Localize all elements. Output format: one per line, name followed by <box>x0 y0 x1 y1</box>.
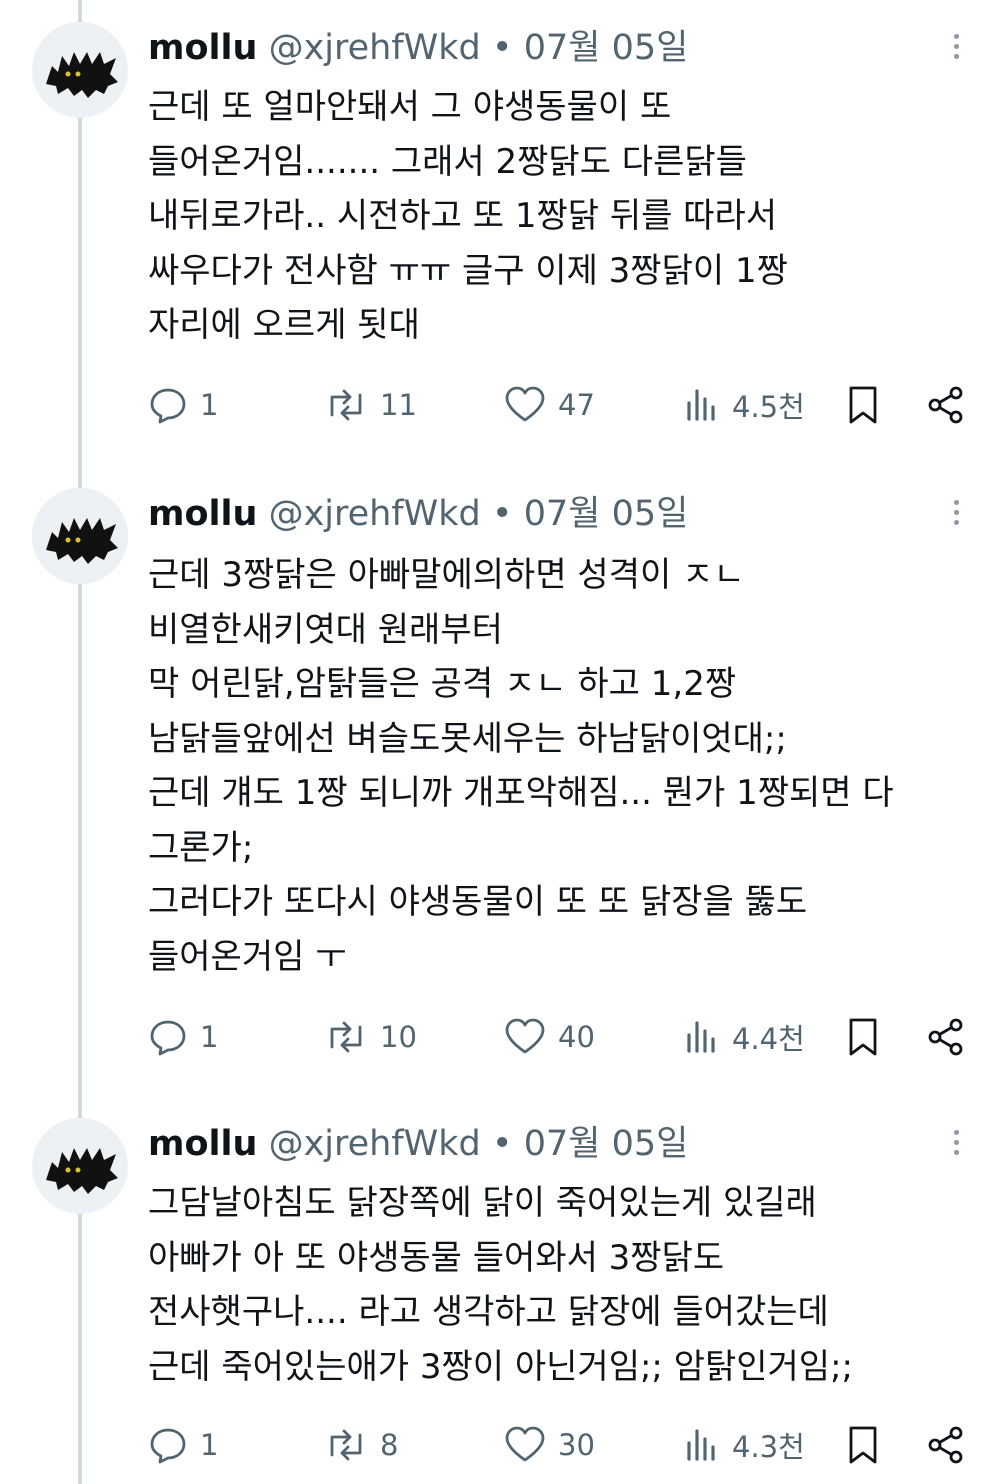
author-handle[interactable]: @xjrehfWkd <box>269 494 481 534</box>
share-button[interactable] <box>926 382 966 428</box>
tweet[interactable]: mollu @xjrehfWkd • 07월 05일 근데 3짱닭은 아빠말에의… <box>0 466 1000 1096</box>
share-icon <box>928 1426 963 1464</box>
reply-button[interactable]: 1 <box>148 1014 218 1060</box>
repost-count: 8 <box>380 1428 399 1462</box>
heart-icon <box>505 1018 545 1054</box>
like-button[interactable]: 47 <box>504 382 595 428</box>
author-name[interactable]: mollu <box>148 28 257 68</box>
tweet-text-line: 들어온거임....... 그래서 2짱닭도 다른닭들 <box>148 141 747 182</box>
tweet-header: mollu @xjrehfWkd • 07월 05일 <box>148 1118 960 1170</box>
repost-button[interactable]: 11 <box>324 382 417 428</box>
action-bar: 1 8 30 4.3천 <box>148 1422 978 1468</box>
view-count: 4.5천 <box>732 390 805 424</box>
tweet-text-line: 그담날아침도 닭장쪽에 닭이 죽어있는게 있길래 <box>148 1183 817 1223</box>
author-name[interactable]: mollu <box>148 1124 257 1164</box>
tweet-date[interactable]: 07월 05일 <box>524 28 689 68</box>
views-button[interactable]: 4.5천 <box>684 382 805 428</box>
tweet-text-line: 전사햇구나.... 라고 생각하고 닭장에 들어갔는데 <box>148 1292 829 1332</box>
tweet-text-line: 비열한새키엿대 원래부터 <box>148 609 503 650</box>
author-handle[interactable]: @xjrehfWkd <box>269 1124 481 1164</box>
tweet-text-line: 남닭들앞에선 벼슬도못세우는 하남닭이엇대;; <box>148 718 787 759</box>
tweet[interactable]: mollu @xjrehfWkd • 07월 05일 그담날아침도 닭장쪽에 닭… <box>0 1096 1000 1484</box>
tweet-header: mollu @xjrehfWkd • 07월 05일 <box>148 22 960 74</box>
share-icon <box>928 386 963 424</box>
header-separator: • <box>491 1124 513 1164</box>
heart-icon <box>505 386 545 422</box>
tweet-text-line: 싸우다가 전사함 ㅠㅠ 글구 이제 3짱닭이 1짱 <box>148 250 788 291</box>
bookmark-icon <box>849 386 877 424</box>
vertical-ellipsis-icon[interactable] <box>948 496 964 532</box>
black-cat-avatar[interactable] <box>32 22 128 118</box>
action-bar: 1 10 40 4.4천 <box>148 1014 978 1060</box>
tweet-text-line: 근데 또 얼마안돼서 그 야생동물이 또 <box>148 87 672 127</box>
header-separator: • <box>491 28 513 68</box>
tweet-text-line: 막 어린닭,암탉들은 공격 ㅈㄴ 하고 1,2짱 <box>148 664 737 704</box>
tweet-text-line: 근데 죽어있는애가 3짱이 아닌거임;; 암탉인거임;; <box>148 1346 854 1387</box>
view-count: 4.4천 <box>732 1022 805 1056</box>
tweet-header: mollu @xjrehfWkd • 07월 05일 <box>148 488 960 540</box>
tweet-text-line: 아빠가 아 또 야생동물 들어와서 3짱닭도 <box>148 1237 725 1278</box>
bookmark-icon <box>849 1426 877 1464</box>
tweet-text-line: 자리에 오르게 됫대 <box>148 305 420 345</box>
vertical-ellipsis-icon[interactable] <box>948 30 964 66</box>
reply-button[interactable]: 1 <box>148 382 218 428</box>
views-button[interactable]: 4.4천 <box>684 1014 805 1060</box>
reply-count: 1 <box>200 1428 219 1462</box>
tweet-text: 그담날아침도 닭장쪽에 닭이 죽어있는게 있길래 아빠가 아 또 야생동물 들어… <box>148 1176 978 1394</box>
tweet-text: 근데 3짱닭은 아빠말에의하면 성격이 ㅈㄴ 비열한새키엿대 원래부터 막 어린… <box>148 548 978 984</box>
bookmark-button[interactable] <box>846 1422 880 1468</box>
like-button[interactable]: 30 <box>504 1422 595 1468</box>
author-handle[interactable]: @xjrehfWkd <box>269 28 481 68</box>
bookmark-button[interactable] <box>846 1014 880 1060</box>
tweet-text-line: 근데 걔도 1짱 되니까 개포악해짐... 뭔가 1짱되면 다 <box>148 773 894 813</box>
heart-icon <box>505 1426 545 1462</box>
action-bar: 1 11 47 4.5천 <box>148 382 978 428</box>
bar-chart-icon <box>687 1021 715 1053</box>
share-button[interactable] <box>926 1014 966 1060</box>
share-button[interactable] <box>926 1422 966 1468</box>
speech-bubble-icon <box>150 1428 186 1464</box>
repost-arrows-icon <box>330 389 362 421</box>
tweet[interactable]: mollu @xjrehfWkd • 07월 05일 근데 또 얼마안돼서 그 … <box>0 0 1000 460</box>
black-cat-avatar[interactable] <box>32 488 128 584</box>
like-count: 47 <box>558 388 595 422</box>
like-count: 30 <box>558 1428 595 1462</box>
bar-chart-icon <box>687 1429 715 1461</box>
tweet-text-line: 들어온거임 ㅜ <box>148 936 347 977</box>
tweet-text-line: 근데 3짱닭은 아빠말에의하면 성격이 ㅈㄴ <box>148 555 745 595</box>
tweet-date[interactable]: 07월 05일 <box>524 494 689 534</box>
share-icon <box>928 1018 963 1056</box>
bookmark-icon <box>849 1018 877 1056</box>
repost-count: 10 <box>380 1020 417 1054</box>
views-button[interactable]: 4.3천 <box>684 1422 805 1468</box>
black-cat-avatar[interactable] <box>32 1118 128 1214</box>
tweet-text-line: 내뒤로가라.. 시전하고 또 1짱닭 뒤를 따라서 <box>148 196 778 236</box>
header-separator: • <box>491 494 513 534</box>
tweet-text-line: 그러다가 또다시 야생동물이 또 또 닭장을 뚫도 <box>148 882 808 922</box>
vertical-ellipsis-icon[interactable] <box>948 1126 964 1162</box>
repost-button[interactable]: 10 <box>324 1014 417 1060</box>
repost-count: 11 <box>380 388 417 422</box>
author-name[interactable]: mollu <box>148 494 257 534</box>
like-button[interactable]: 40 <box>504 1014 595 1060</box>
tweet-text-line: 그론가; <box>148 827 254 868</box>
repost-button[interactable]: 8 <box>324 1422 398 1468</box>
bar-chart-icon <box>687 389 715 421</box>
tweet-date[interactable]: 07월 05일 <box>524 1124 689 1164</box>
tweet-text: 근데 또 얼마안돼서 그 야생동물이 또 들어온거임....... 그래서 2짱… <box>148 80 978 353</box>
reply-count: 1 <box>200 388 219 422</box>
bookmark-button[interactable] <box>846 382 880 428</box>
reply-button[interactable]: 1 <box>148 1422 218 1468</box>
view-count: 4.3천 <box>732 1430 805 1464</box>
reply-count: 1 <box>200 1020 219 1054</box>
like-count: 40 <box>558 1020 595 1054</box>
speech-bubble-icon <box>150 1020 186 1056</box>
speech-bubble-icon <box>150 388 186 424</box>
repost-arrows-icon <box>330 1021 362 1053</box>
repost-arrows-icon <box>330 1429 362 1461</box>
